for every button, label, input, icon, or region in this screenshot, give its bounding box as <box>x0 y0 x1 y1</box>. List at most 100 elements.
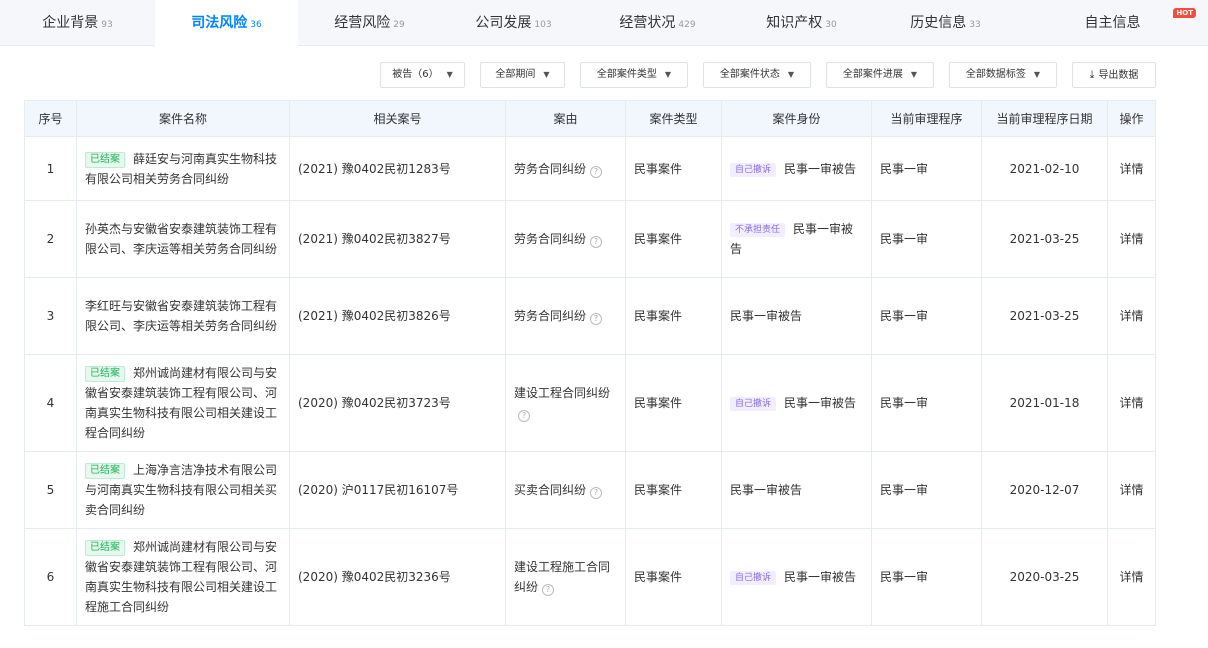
help-icon[interactable]: ? <box>590 487 603 499</box>
table-row: 2 孙英杰与安徽省安泰建筑装饰工程有限公司、李庆运等相关劳务合同纠纷 (2021… <box>24 200 1156 278</box>
filter-label: 全部案件状态 <box>719 69 780 80</box>
case-type: 民事案件 <box>625 200 722 278</box>
case-cause: 建设工程合同纠纷 <box>514 386 611 400</box>
case-number: (2021) 豫0402民初3826号 <box>289 277 506 355</box>
tab-enterprise-background[interactable]: 企业背景 93 <box>0 0 155 46</box>
case-type-filter-dropdown[interactable]: 全部案件类型 ▼ <box>580 62 688 88</box>
column-header: 当前审理程序日期 <box>981 100 1108 137</box>
details-link[interactable]: 详情 <box>1107 277 1156 355</box>
tab-count: 33 <box>969 20 981 30</box>
export-data-button[interactable]: ⤓ 导出数据 <box>1072 62 1156 88</box>
case-number: (2021) 豫0402民初1283号 <box>289 136 506 201</box>
case-type: 民事案件 <box>625 136 722 201</box>
closed-badge: 已结案 <box>85 540 125 556</box>
export-label: 导出数据 <box>1098 70 1139 81</box>
help-icon[interactable]: ? <box>518 410 530 422</box>
case-role: 民事一审被告 <box>784 396 857 410</box>
trial-procedure: 民事一审 <box>871 528 982 626</box>
details-link[interactable]: 详情 <box>1107 200 1156 278</box>
tab-operational-risk[interactable]: 经营风险 29 <box>298 0 441 46</box>
case-name-link[interactable]: 李红旺与安徽省安泰建筑装饰工程有限公司、李庆运等相关劳务合同纠纷 <box>85 299 277 333</box>
data-tag-filter-dropdown[interactable]: 全部数据标签 ▼ <box>949 62 1057 88</box>
case-cause: 建设工程施工合同纠纷 <box>514 560 611 594</box>
help-icon[interactable]: ? <box>590 165 603 178</box>
trial-procedure: 民事一审 <box>871 200 982 278</box>
column-header: 操作 <box>1107 100 1156 137</box>
table-row: 4 已结案 郑州诚尚建材有限公司与安徽省安泰建筑装饰工程有限公司、河南真实生物科技… <box>24 354 1156 452</box>
case-role-cell: 自己撤诉 民事一审被告 <box>721 528 872 626</box>
closed-badge: 已结案 <box>85 463 125 479</box>
case-cause: 劳务合同纠纷 <box>514 309 587 323</box>
procedure-date: 2020-12-07 <box>981 451 1108 529</box>
row-index: 6 <box>24 528 77 626</box>
download-icon: ⤓ <box>1089 68 1095 81</box>
case-role: 民事一审被告 <box>784 161 857 176</box>
help-icon[interactable]: ? <box>590 236 603 248</box>
column-header: 案件名称 <box>76 100 290 137</box>
tab-count: 36 <box>250 20 262 30</box>
tab-judicial-risk[interactable]: 司法风险 36 <box>155 0 298 46</box>
case-name-link[interactable]: 孙英杰与安徽省安泰建筑装饰工程有限公司、李庆运等相关劳务合同纠纷 <box>85 222 277 256</box>
case-name-cell[interactable]: 已结案 郑州诚尚建材有限公司与安徽省安泰建筑装饰工程有限公司、河南真实生物科技有限… <box>76 528 290 626</box>
table-header-row: 序号 案件名称 相关案号 案由 案件类型 案件身份 当前审理程序 当前审理程序日… <box>24 100 1156 137</box>
help-icon[interactable]: ? <box>590 313 603 325</box>
filter-label: 全部案件类型 <box>596 69 657 80</box>
table-row: 3 李红旺与安徽省安泰建筑装饰工程有限公司、李庆运等相关劳务合同纠纷 (2021… <box>24 277 1156 355</box>
case-role: 民事一审被告 <box>784 570 857 584</box>
row-index: 1 <box>24 136 77 201</box>
tab-intellectual-property[interactable]: 知识产权 30 <box>729 0 874 46</box>
details-link[interactable]: 详情 <box>1107 354 1156 452</box>
case-name-cell[interactable]: 已结案 上海净言洁净技术有限公司与河南真实生物科技有限公司相关买卖合同纠纷 <box>76 451 290 529</box>
trial-procedure: 民事一审 <box>871 277 982 355</box>
tab-label: 企业背景 <box>42 15 99 31</box>
case-role: 民事一审被告 <box>730 309 803 323</box>
case-type: 民事案件 <box>625 528 722 626</box>
table-row: 6 已结案 郑州诚尚建材有限公司与安徽省安泰建筑装饰工程有限公司、河南真实生物科技… <box>24 528 1156 626</box>
procedure-date: 2021-03-25 <box>981 200 1108 278</box>
tab-business-status[interactable]: 经营状况 429 <box>586 0 729 46</box>
tab-company-development[interactable]: 公司发展 103 <box>441 0 586 46</box>
case-cause: 劳务合同纠纷 <box>514 232 587 246</box>
caret-down-icon: ▼ <box>543 70 550 79</box>
details-link[interactable]: 详情 <box>1107 136 1156 201</box>
tab-count: 429 <box>678 20 696 30</box>
role-filter-dropdown[interactable]: 被告（6） ▼ <box>380 62 465 88</box>
caret-down-icon: ▼ <box>1033 70 1041 79</box>
case-name-cell[interactable]: 已结案 薛廷安与河南真实生物科技有限公司相关劳务合同纠纷 <box>76 136 290 201</box>
caret-down-icon: ▼ <box>446 70 453 79</box>
help-icon[interactable]: ? <box>542 584 555 596</box>
row-index: 2 <box>24 200 77 278</box>
case-name-cell[interactable]: 李红旺与安徽省安泰建筑装饰工程有限公司、李庆运等相关劳务合同纠纷 <box>76 277 290 355</box>
table-row: 1 已结案 薛廷安与河南真实生物科技有限公司相关劳务合同纠纷 (2021) 豫04… <box>24 136 1156 201</box>
case-name-cell[interactable]: 孙英杰与安徽省安泰建筑装饰工程有限公司、李庆运等相关劳务合同纠纷 <box>76 200 290 278</box>
tab-count: 29 <box>393 20 405 30</box>
tab-label: 知识产权 <box>766 15 823 31</box>
trial-procedure: 民事一审 <box>871 354 982 452</box>
details-link[interactable]: 详情 <box>1107 528 1156 626</box>
period-filter-dropdown[interactable]: 全部期间 ▼ <box>480 62 565 88</box>
case-role-cell: 自己撤诉 民事一审被告 <box>721 354 872 452</box>
column-header: 当前审理程序 <box>871 100 982 137</box>
case-number: (2020) 豫0402民初3236号 <box>289 528 506 626</box>
column-header: 案件身份 <box>721 100 872 137</box>
details-link[interactable]: 详情 <box>1107 451 1156 529</box>
case-cause-cell: 建设工程合同纠纷? <box>505 354 626 452</box>
tab-label: 经营状况 <box>619 15 676 31</box>
case-type: 民事案件 <box>625 451 722 529</box>
case-status-filter-dropdown[interactable]: 全部案件状态 ▼ <box>703 62 811 88</box>
case-type: 民事案件 <box>625 354 722 452</box>
hot-badge: HOT <box>1173 8 1196 18</box>
tab-self-info[interactable]: 自主信息 HOT <box>1017 0 1208 46</box>
tab-count: 93 <box>101 20 113 30</box>
case-number: (2020) 沪0117民初16107号 <box>289 451 506 529</box>
case-progress-filter-dropdown[interactable]: 全部案件进展 ▼ <box>826 62 934 88</box>
tab-count: 103 <box>534 20 552 30</box>
cases-table: 序号 案件名称 相关案号 案由 案件类型 案件身份 当前审理程序 当前审理程序日… <box>24 100 1156 626</box>
tab-history[interactable]: 历史信息 33 <box>874 0 1017 46</box>
role-tag: 自己撤诉 <box>730 397 777 411</box>
case-name-cell[interactable]: 已结案 郑州诚尚建材有限公司与安徽省安泰建筑装饰工程有限公司、河南真实生物科技有限… <box>76 354 290 452</box>
trial-procedure: 民事一审 <box>871 451 982 529</box>
case-role-cell: 自己撤诉 民事一审被告 <box>721 136 872 201</box>
row-index: 5 <box>24 451 77 529</box>
case-role-cell: 不承担责任 民事一审被告 <box>721 200 872 278</box>
